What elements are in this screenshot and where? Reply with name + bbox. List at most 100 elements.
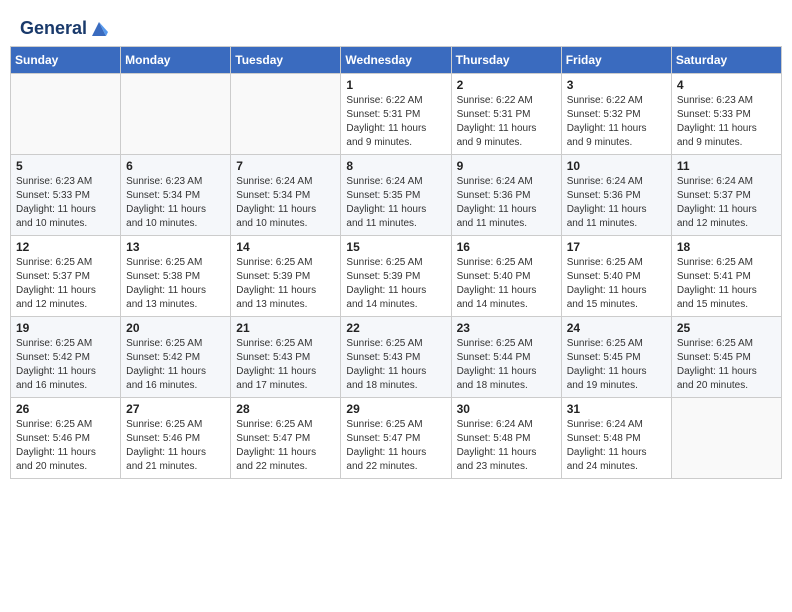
calendar-cell: 12 Sunrise: 6:25 AMSunset: 5:37 PMDayligh… xyxy=(11,236,121,317)
day-number: 31 xyxy=(567,402,666,416)
day-number: 12 xyxy=(16,240,115,254)
calendar-cell: 11 Sunrise: 6:24 AMSunset: 5:37 PMDayligh… xyxy=(671,155,781,236)
day-number: 22 xyxy=(346,321,445,335)
day-content: Sunrise: 6:24 AMSunset: 5:36 PMDaylight:… xyxy=(457,175,556,231)
calendar-cell: 19 Sunrise: 6:25 AMSunset: 5:42 PMDayligh… xyxy=(11,317,121,398)
day-number: 18 xyxy=(677,240,776,254)
day-number: 30 xyxy=(457,402,556,416)
day-content: Sunrise: 6:25 AMSunset: 5:41 PMDaylight:… xyxy=(677,256,776,312)
day-number: 4 xyxy=(677,78,776,92)
day-content: Sunrise: 6:25 AMSunset: 5:44 PMDaylight:… xyxy=(457,337,556,393)
day-number: 1 xyxy=(346,78,445,92)
day-content: Sunrise: 6:25 AMSunset: 5:40 PMDaylight:… xyxy=(567,256,666,312)
calendar-cell: 4 Sunrise: 6:23 AMSunset: 5:33 PMDaylight… xyxy=(671,74,781,155)
calendar-table: SundayMondayTuesdayWednesdayThursdayFrid… xyxy=(10,46,782,479)
day-number: 10 xyxy=(567,159,666,173)
day-number: 28 xyxy=(236,402,335,416)
day-number: 19 xyxy=(16,321,115,335)
calendar-cell: 7 Sunrise: 6:24 AMSunset: 5:34 PMDaylight… xyxy=(231,155,341,236)
day-number: 23 xyxy=(457,321,556,335)
day-content: Sunrise: 6:24 AMSunset: 5:37 PMDaylight:… xyxy=(677,175,776,231)
day-content: Sunrise: 6:25 AMSunset: 5:46 PMDaylight:… xyxy=(16,418,115,474)
day-number: 29 xyxy=(346,402,445,416)
calendar-cell: 31Sunrise: 6:24 AMSunset: 5:48 PMDayligh… xyxy=(561,398,671,479)
calendar-cell: 26 Sunrise: 6:25 AMSunset: 5:46 PMDayligh… xyxy=(11,398,121,479)
calendar-cell: 14 Sunrise: 6:25 AMSunset: 5:39 PMDayligh… xyxy=(231,236,341,317)
day-content: Sunrise: 6:25 AMSunset: 5:45 PMDaylight:… xyxy=(567,337,666,393)
calendar-cell: 15 Sunrise: 6:25 AMSunset: 5:39 PMDayligh… xyxy=(341,236,451,317)
day-number: 17 xyxy=(567,240,666,254)
day-content: Sunrise: 6:25 AMSunset: 5:42 PMDaylight:… xyxy=(16,337,115,393)
day-content: Sunrise: 6:22 AMSunset: 5:32 PMDaylight:… xyxy=(567,94,666,150)
calendar-cell: 28 Sunrise: 6:25 AMSunset: 5:47 PMDayligh… xyxy=(231,398,341,479)
calendar-cell: 3 Sunrise: 6:22 AMSunset: 5:32 PMDaylight… xyxy=(561,74,671,155)
day-content: Sunrise: 6:25 AMSunset: 5:39 PMDaylight:… xyxy=(346,256,445,312)
day-number: 25 xyxy=(677,321,776,335)
calendar-cell: 25 Sunrise: 6:25 AMSunset: 5:45 PMDayligh… xyxy=(671,317,781,398)
calendar-cell: 24 Sunrise: 6:25 AMSunset: 5:45 PMDayligh… xyxy=(561,317,671,398)
logo-text: General xyxy=(20,18,110,40)
day-content: Sunrise: 6:23 AMSunset: 5:34 PMDaylight:… xyxy=(126,175,225,231)
day-content: Sunrise: 6:24 AMSunset: 5:34 PMDaylight:… xyxy=(236,175,335,231)
calendar-cell: 10 Sunrise: 6:24 AMSunset: 5:36 PMDayligh… xyxy=(561,155,671,236)
day-content: Sunrise: 6:25 AMSunset: 5:43 PMDaylight:… xyxy=(346,337,445,393)
day-content: Sunrise: 6:24 AMSunset: 5:48 PMDaylight:… xyxy=(457,418,556,474)
day-number: 15 xyxy=(346,240,445,254)
calendar-cell: 18 Sunrise: 6:25 AMSunset: 5:41 PMDayligh… xyxy=(671,236,781,317)
logo-icon xyxy=(88,18,110,40)
calendar-cell: 1 Sunrise: 6:22 AMSunset: 5:31 PMDaylight… xyxy=(341,74,451,155)
day-content: Sunrise: 6:22 AMSunset: 5:31 PMDaylight:… xyxy=(457,94,556,150)
day-number: 16 xyxy=(457,240,556,254)
weekday-header-monday: Monday xyxy=(121,47,231,74)
calendar-cell xyxy=(231,74,341,155)
calendar-cell: 22 Sunrise: 6:25 AMSunset: 5:43 PMDayligh… xyxy=(341,317,451,398)
day-content: Sunrise: 6:22 AMSunset: 5:31 PMDaylight:… xyxy=(346,94,445,150)
day-number: 13 xyxy=(126,240,225,254)
calendar-cell xyxy=(11,74,121,155)
day-content: Sunrise: 6:25 AMSunset: 5:39 PMDaylight:… xyxy=(236,256,335,312)
day-number: 27 xyxy=(126,402,225,416)
day-content: Sunrise: 6:25 AMSunset: 5:42 PMDaylight:… xyxy=(126,337,225,393)
day-content: Sunrise: 6:25 AMSunset: 5:43 PMDaylight:… xyxy=(236,337,335,393)
calendar-cell: 20 Sunrise: 6:25 AMSunset: 5:42 PMDayligh… xyxy=(121,317,231,398)
day-number: 14 xyxy=(236,240,335,254)
weekday-header-tuesday: Tuesday xyxy=(231,47,341,74)
calendar-cell: 2 Sunrise: 6:22 AMSunset: 5:31 PMDaylight… xyxy=(451,74,561,155)
day-number: 5 xyxy=(16,159,115,173)
day-number: 6 xyxy=(126,159,225,173)
day-number: 2 xyxy=(457,78,556,92)
day-number: 9 xyxy=(457,159,556,173)
day-number: 26 xyxy=(16,402,115,416)
day-number: 3 xyxy=(567,78,666,92)
day-content: Sunrise: 6:24 AMSunset: 5:35 PMDaylight:… xyxy=(346,175,445,231)
calendar-cell: 29 Sunrise: 6:25 AMSunset: 5:47 PMDayligh… xyxy=(341,398,451,479)
day-content: Sunrise: 6:25 AMSunset: 5:46 PMDaylight:… xyxy=(126,418,225,474)
day-content: Sunrise: 6:23 AMSunset: 5:33 PMDaylight:… xyxy=(677,94,776,150)
page-header: General xyxy=(10,10,782,42)
day-number: 11 xyxy=(677,159,776,173)
day-number: 8 xyxy=(346,159,445,173)
calendar-cell: 13 Sunrise: 6:25 AMSunset: 5:38 PMDayligh… xyxy=(121,236,231,317)
calendar-cell: 21 Sunrise: 6:25 AMSunset: 5:43 PMDayligh… xyxy=(231,317,341,398)
day-number: 24 xyxy=(567,321,666,335)
day-content: Sunrise: 6:25 AMSunset: 5:37 PMDaylight:… xyxy=(16,256,115,312)
weekday-header-saturday: Saturday xyxy=(671,47,781,74)
day-number: 21 xyxy=(236,321,335,335)
calendar-cell: 30 Sunrise: 6:24 AMSunset: 5:48 PMDayligh… xyxy=(451,398,561,479)
calendar-cell xyxy=(671,398,781,479)
day-number: 20 xyxy=(126,321,225,335)
day-number: 7 xyxy=(236,159,335,173)
calendar-cell: 16Sunrise: 6:25 AMSunset: 5:40 PMDayligh… xyxy=(451,236,561,317)
calendar-cell: 9 Sunrise: 6:24 AMSunset: 5:36 PMDaylight… xyxy=(451,155,561,236)
calendar-cell: 23 Sunrise: 6:25 AMSunset: 5:44 PMDayligh… xyxy=(451,317,561,398)
day-content: Sunrise: 6:24 AMSunset: 5:36 PMDaylight:… xyxy=(567,175,666,231)
calendar-cell xyxy=(121,74,231,155)
calendar-cell: 17 Sunrise: 6:25 AMSunset: 5:40 PMDayligh… xyxy=(561,236,671,317)
day-content: Sunrise: 6:25 AMSunset: 5:47 PMDaylight:… xyxy=(346,418,445,474)
calendar-cell: 6 Sunrise: 6:23 AMSunset: 5:34 PMDaylight… xyxy=(121,155,231,236)
day-content: Sunrise: 6:25 AMSunset: 5:47 PMDaylight:… xyxy=(236,418,335,474)
day-content: Sunrise: 6:25 AMSunset: 5:45 PMDaylight:… xyxy=(677,337,776,393)
calendar-cell: 27 Sunrise: 6:25 AMSunset: 5:46 PMDayligh… xyxy=(121,398,231,479)
day-content: Sunrise: 6:25 AMSunset: 5:38 PMDaylight:… xyxy=(126,256,225,312)
weekday-header-thursday: Thursday xyxy=(451,47,561,74)
